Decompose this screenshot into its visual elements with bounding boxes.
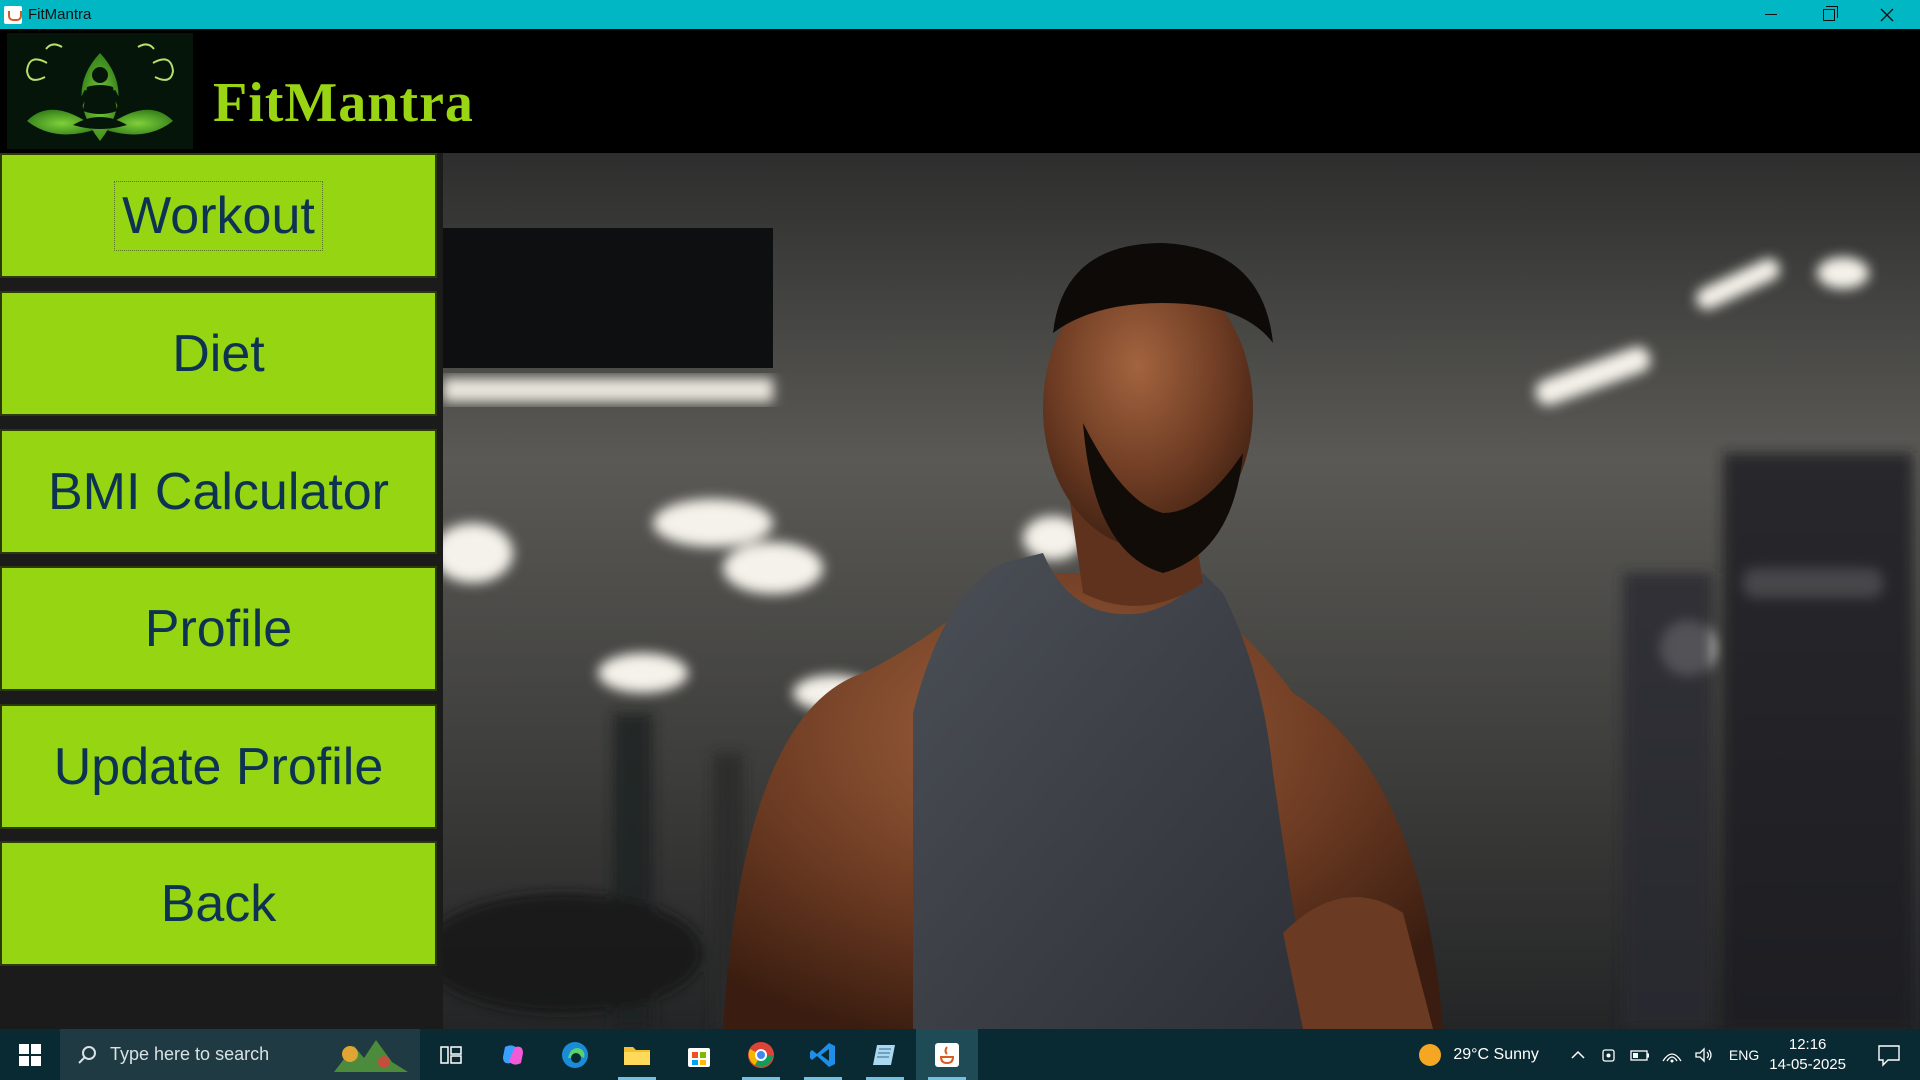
bmi-calculator-button-label: BMI Calculator bbox=[48, 462, 389, 521]
profile-button-label: Profile bbox=[144, 599, 293, 658]
workout-button[interactable]: Workout bbox=[0, 153, 437, 278]
java-icon bbox=[935, 1042, 959, 1067]
store-icon bbox=[688, 1047, 710, 1067]
app-brand-title: FitMantra bbox=[213, 72, 474, 134]
search-icon bbox=[78, 1045, 96, 1064]
windows-logo-icon bbox=[19, 1043, 41, 1066]
task-view-button[interactable] bbox=[420, 1029, 482, 1080]
weather-sun-icon bbox=[1419, 1043, 1442, 1066]
window-title: FitMantra bbox=[28, 6, 92, 23]
wifi-icon[interactable] bbox=[1661, 1045, 1683, 1065]
gym-athlete-illustration bbox=[443, 153, 1920, 1029]
chevron-up-icon[interactable] bbox=[1569, 1046, 1587, 1064]
microsoft-store-taskbar-button[interactable] bbox=[668, 1029, 730, 1080]
clock-date: 14-05-2025 bbox=[1769, 1055, 1846, 1073]
copilot-icon bbox=[503, 1044, 523, 1065]
minimize-button[interactable] bbox=[1742, 0, 1800, 29]
windows-taskbar: Type here to search 29°C Sunny ENG 12:16… bbox=[0, 1029, 1920, 1080]
system-tray: 29°C Sunny ENG 12:16 14-05-2025 bbox=[1417, 1029, 1920, 1080]
vscode-icon bbox=[810, 1042, 835, 1067]
battery-icon[interactable] bbox=[1629, 1045, 1651, 1065]
file-explorer-taskbar-button[interactable] bbox=[606, 1029, 668, 1080]
notepad-taskbar-button[interactable] bbox=[854, 1029, 916, 1080]
back-button[interactable]: Back bbox=[0, 841, 437, 966]
restore-icon bbox=[1823, 5, 1838, 21]
search-highlight-icon bbox=[334, 1040, 408, 1072]
language-indicator[interactable]: ENG bbox=[1729, 1047, 1759, 1063]
chrome-icon bbox=[748, 1041, 774, 1068]
volume-icon[interactable] bbox=[1693, 1045, 1715, 1065]
hero-gym-image bbox=[443, 153, 1920, 1029]
restore-button[interactable] bbox=[1800, 0, 1858, 29]
workout-button-label: Workout bbox=[114, 180, 323, 251]
meet-now-icon[interactable] bbox=[1599, 1045, 1619, 1065]
close-icon bbox=[1880, 8, 1894, 21]
copilot-taskbar-button[interactable] bbox=[482, 1029, 544, 1080]
bmi-calculator-button[interactable]: BMI Calculator bbox=[0, 429, 437, 554]
fitmantra-logo bbox=[7, 33, 193, 149]
search-placeholder: Type here to search bbox=[110, 1044, 270, 1064]
app-header: FitMantra bbox=[0, 29, 1920, 153]
meditation-logo-graphic bbox=[25, 43, 175, 141]
update-profile-button[interactable]: Update Profile bbox=[0, 704, 437, 829]
edge-icon bbox=[562, 1041, 588, 1068]
diet-button[interactable]: Diet bbox=[0, 291, 437, 416]
folder-icon bbox=[624, 1046, 650, 1065]
profile-button[interactable]: Profile bbox=[0, 566, 437, 691]
minimize-icon bbox=[1765, 14, 1777, 15]
java-app-taskbar-button[interactable] bbox=[916, 1029, 978, 1080]
sidebar-nav: Workout Diet BMI Calculator Profile Upda… bbox=[0, 153, 440, 1029]
back-button-label: Back bbox=[160, 874, 277, 933]
taskbar-search-box[interactable]: Type here to search bbox=[60, 1029, 420, 1080]
task-view-icon bbox=[440, 1045, 462, 1064]
weather-text[interactable]: 29°C Sunny bbox=[1453, 1046, 1539, 1064]
notifications-icon[interactable] bbox=[1876, 1042, 1902, 1068]
java-app-icon bbox=[4, 5, 22, 24]
diet-button-label: Diet bbox=[172, 324, 265, 383]
taskbar-clock[interactable]: 12:16 14-05-2025 bbox=[1769, 1035, 1846, 1075]
start-button[interactable] bbox=[0, 1029, 60, 1080]
close-button[interactable] bbox=[1858, 0, 1916, 29]
notepad-icon bbox=[873, 1044, 895, 1065]
clock-time: 12:16 bbox=[1788, 1035, 1827, 1053]
vscode-taskbar-button[interactable] bbox=[792, 1029, 854, 1080]
edge-taskbar-button[interactable] bbox=[544, 1029, 606, 1080]
chrome-taskbar-button[interactable] bbox=[730, 1029, 792, 1080]
window-titlebar[interactable]: FitMantra bbox=[0, 0, 1920, 29]
update-profile-button-label: Update Profile bbox=[53, 737, 384, 796]
